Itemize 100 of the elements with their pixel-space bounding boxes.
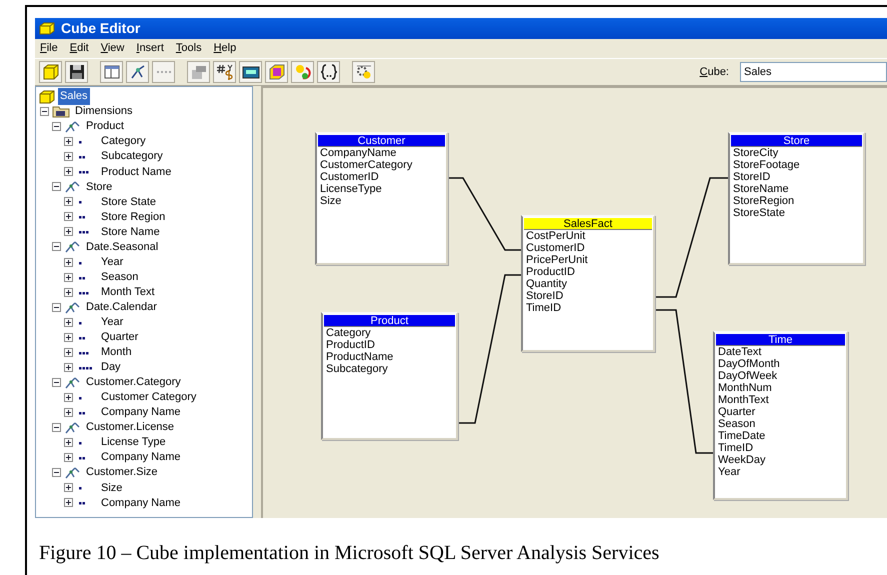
table-field: StoreID xyxy=(524,290,652,302)
menu-item[interactable]: Tools xyxy=(176,40,202,57)
collapse-toggle[interactable] xyxy=(52,378,61,387)
table-card[interactable]: Store StoreCity StoreFootage StoreID StoreName StoreRegion StoreState xyxy=(728,132,865,265)
menu-item[interactable]: View xyxy=(100,40,124,57)
table-card[interactable]: Time DateText DayOfMonth DayOfWeek MonthNum MonthText Quarter Season TimeDate TimeID WeekDay Year xyxy=(713,331,848,500)
collapse-toggle[interactable] xyxy=(52,182,61,192)
table-field: Quarter xyxy=(716,406,845,418)
expand-toggle[interactable] xyxy=(64,167,73,176)
menu-item[interactable]: Help xyxy=(214,40,236,57)
expand-toggle[interactable] xyxy=(64,348,73,357)
expand-toggle[interactable] xyxy=(64,438,73,448)
cube-icon xyxy=(39,22,55,35)
tree-item[interactable]: Month xyxy=(99,344,134,361)
cube-icon xyxy=(266,62,286,82)
expand-toggle[interactable] xyxy=(64,288,73,297)
level-icon xyxy=(79,260,82,265)
expand-toggle[interactable] xyxy=(64,152,73,162)
toolbar-button[interactable] xyxy=(239,61,262,83)
tree-item[interactable]: Year xyxy=(99,254,126,270)
collapse-toggle[interactable] xyxy=(52,302,61,312)
level-icon xyxy=(79,320,82,325)
tree-item[interactable]: Month Text xyxy=(99,284,157,300)
expand-toggle[interactable] xyxy=(64,227,73,236)
tree-item[interactable]: Size xyxy=(99,480,124,496)
tree-item[interactable]: Date.Seasonal xyxy=(84,238,160,256)
table-card[interactable]: Product Category ProductID ProductName Subcategory xyxy=(321,312,458,440)
toolbar-button[interactable] xyxy=(213,61,236,83)
expand-toggle[interactable] xyxy=(64,197,73,206)
hierarchy-icon xyxy=(64,466,81,480)
braces-icon xyxy=(318,62,338,82)
table-field: PricePerUnit xyxy=(524,254,652,266)
collapse-toggle[interactable] xyxy=(52,468,61,478)
toolbar-button[interactable] xyxy=(126,61,149,83)
tree-item[interactable]: Store Name xyxy=(99,224,162,240)
table-card[interactable]: SalesFact CostPerUnit CustomerID PricePerUnit ProductID Quantity StoreID TimeID xyxy=(521,215,655,352)
menu-item[interactable]: File xyxy=(40,40,58,57)
expand-toggle[interactable] xyxy=(64,332,73,342)
tree-item[interactable]: Product Name xyxy=(99,164,174,180)
expand-toggle[interactable] xyxy=(64,318,73,327)
toolbar-button[interactable] xyxy=(65,61,88,83)
expand-toggle[interactable] xyxy=(64,498,73,508)
expand-toggle[interactable] xyxy=(64,272,73,282)
toolbar-button[interactable] xyxy=(100,61,123,83)
expand-toggle[interactable] xyxy=(64,392,73,402)
level-icon xyxy=(79,290,90,295)
collapse-toggle[interactable] xyxy=(52,122,61,132)
tree-item[interactable]: License Type xyxy=(99,434,168,451)
table-field: CompanyName xyxy=(318,147,445,159)
tree-item[interactable]: Store Region xyxy=(99,208,168,226)
window-title: Cube Editor xyxy=(61,19,140,38)
tree-item[interactable]: Dimensions xyxy=(73,103,134,120)
table-field: ProductID xyxy=(324,339,455,351)
tree-item[interactable]: Sales xyxy=(58,88,90,105)
tree-item[interactable]: Customer.License xyxy=(84,419,176,436)
tree-item[interactable]: Product xyxy=(84,118,126,135)
table-field: Category xyxy=(324,327,455,339)
expand-toggle[interactable] xyxy=(64,483,73,492)
tree-item[interactable]: Company Name xyxy=(99,404,182,421)
expand-toggle[interactable] xyxy=(64,137,73,146)
table-field: StoreID xyxy=(731,171,862,183)
tree-item[interactable]: Company Name xyxy=(99,449,182,466)
table-field: WeekDay xyxy=(716,454,845,466)
tree-item[interactable]: Subcategory xyxy=(99,148,165,165)
tree-item[interactable]: Customer Category xyxy=(99,389,198,406)
tree-item[interactable]: Season xyxy=(99,268,140,286)
tree-item[interactable]: Category xyxy=(99,133,148,150)
tree-item[interactable]: Date.Calendar xyxy=(84,298,159,316)
cube-field[interactable]: Sales xyxy=(740,62,887,82)
tree-item[interactable]: Day xyxy=(99,359,123,376)
table-field: LicenseType xyxy=(318,183,445,195)
table-field: StoreRegion xyxy=(731,195,862,207)
tree-item[interactable]: Quarter xyxy=(99,329,140,346)
collapse-toggle[interactable] xyxy=(52,242,61,252)
tree-item[interactable]: Year xyxy=(99,314,126,330)
expand-toggle[interactable] xyxy=(64,408,73,417)
menu-item[interactable]: Insert xyxy=(136,40,164,57)
tree-item[interactable]: Store xyxy=(84,178,114,196)
tree-item[interactable]: Customer.Category xyxy=(84,374,183,391)
table-card[interactable]: Customer CompanyName CustomerCategory CustomerID LicenseType Size xyxy=(315,132,448,265)
expand-toggle[interactable] xyxy=(64,362,73,372)
hierarchy-icon xyxy=(64,240,81,254)
hierarchy-icon xyxy=(64,300,81,314)
tree-item[interactable]: Customer.Size xyxy=(84,464,160,481)
level-icon xyxy=(79,274,86,280)
expand-toggle[interactable] xyxy=(64,212,73,222)
toolbar-button[interactable] xyxy=(352,61,375,83)
tree-item[interactable]: Company Name xyxy=(99,494,182,512)
table-field: Year xyxy=(716,466,845,478)
expand-toggle[interactable] xyxy=(64,453,73,462)
collapse-toggle[interactable] xyxy=(52,423,61,432)
level-icon xyxy=(79,350,90,355)
collapse-toggle[interactable] xyxy=(40,107,49,116)
tree-item[interactable]: Store State xyxy=(99,194,158,210)
menu-item[interactable]: Edit xyxy=(70,40,89,57)
table-field: CustomerCategory xyxy=(318,159,445,171)
table-field: DayOfMonth xyxy=(716,358,845,370)
expand-toggle[interactable] xyxy=(64,258,73,267)
toolbar-button[interactable] xyxy=(317,61,340,83)
table-field: CustomerID xyxy=(524,242,652,254)
